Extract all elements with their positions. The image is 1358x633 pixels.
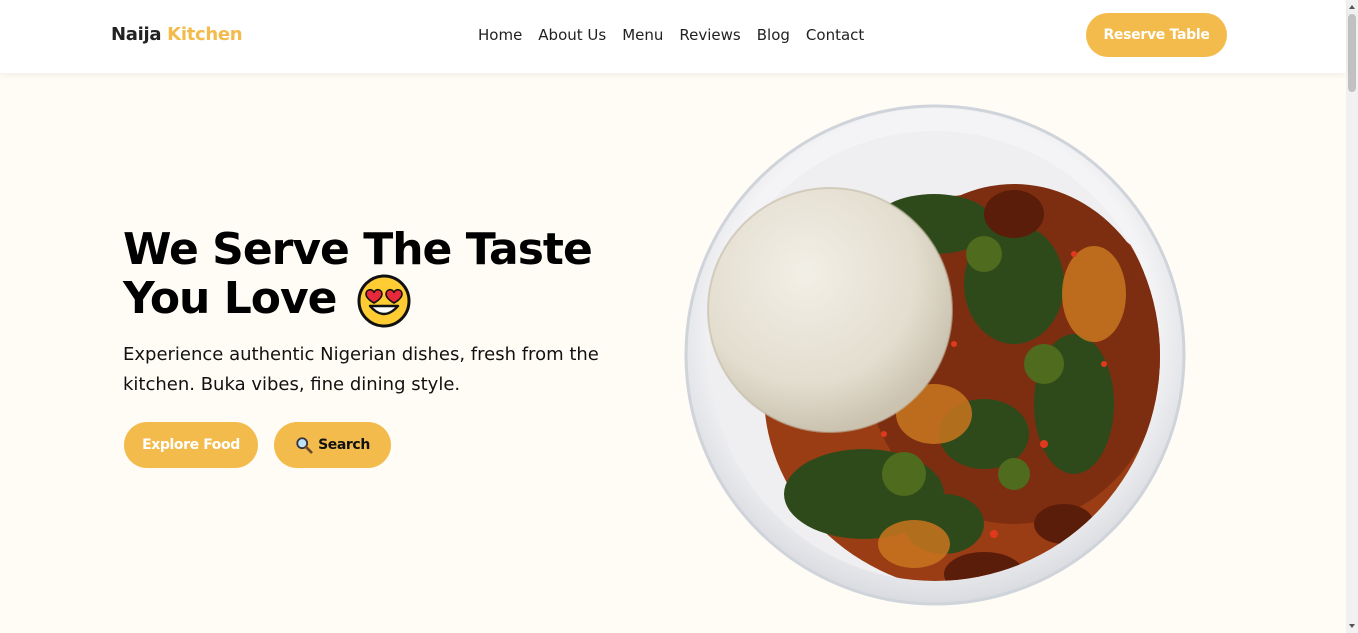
search-button[interactable]: Search xyxy=(274,422,391,468)
hero-title-line1: We Serve The Taste xyxy=(123,224,593,275)
hero-title: We Serve The Taste You Love xyxy=(123,226,643,328)
brand-logo[interactable]: Naija Kitchen xyxy=(111,24,243,45)
nav-item-blog[interactable]: Blog xyxy=(757,26,790,44)
scrollbar-thumb[interactable] xyxy=(1348,14,1356,92)
scrollbar[interactable] xyxy=(1346,0,1358,633)
nav-links: Home About Us Menu Reviews Blog Contact xyxy=(478,26,864,44)
reserve-table-button[interactable]: Reserve Table xyxy=(1086,13,1227,57)
nav-item-reviews[interactable]: Reviews xyxy=(679,26,740,44)
hero-subtitle: Experience authentic Nigerian dishes, fr… xyxy=(123,344,599,395)
nav-item-home[interactable]: Home xyxy=(478,26,522,44)
magnifier-icon xyxy=(296,437,313,454)
nav-item-menu[interactable]: Menu xyxy=(622,26,663,44)
scroll-up-arrow-icon[interactable] xyxy=(1348,3,1356,11)
heart-eyes-emoji-icon xyxy=(357,274,411,328)
scroll-down-arrow-icon[interactable] xyxy=(1348,622,1356,630)
explore-food-button[interactable]: Explore Food xyxy=(124,422,258,468)
dish-image xyxy=(684,104,1186,606)
nav-item-about[interactable]: About Us xyxy=(538,26,606,44)
hero-title-line2: You Love xyxy=(123,273,337,324)
nav-item-contact[interactable]: Contact xyxy=(806,26,864,44)
brand-name-part2: Kitchen xyxy=(167,24,243,45)
search-button-label: Search xyxy=(318,437,370,453)
navbar: Naija Kitchen Home About Us Menu Reviews… xyxy=(0,0,1346,73)
brand-name-part1: Naija xyxy=(111,24,162,45)
